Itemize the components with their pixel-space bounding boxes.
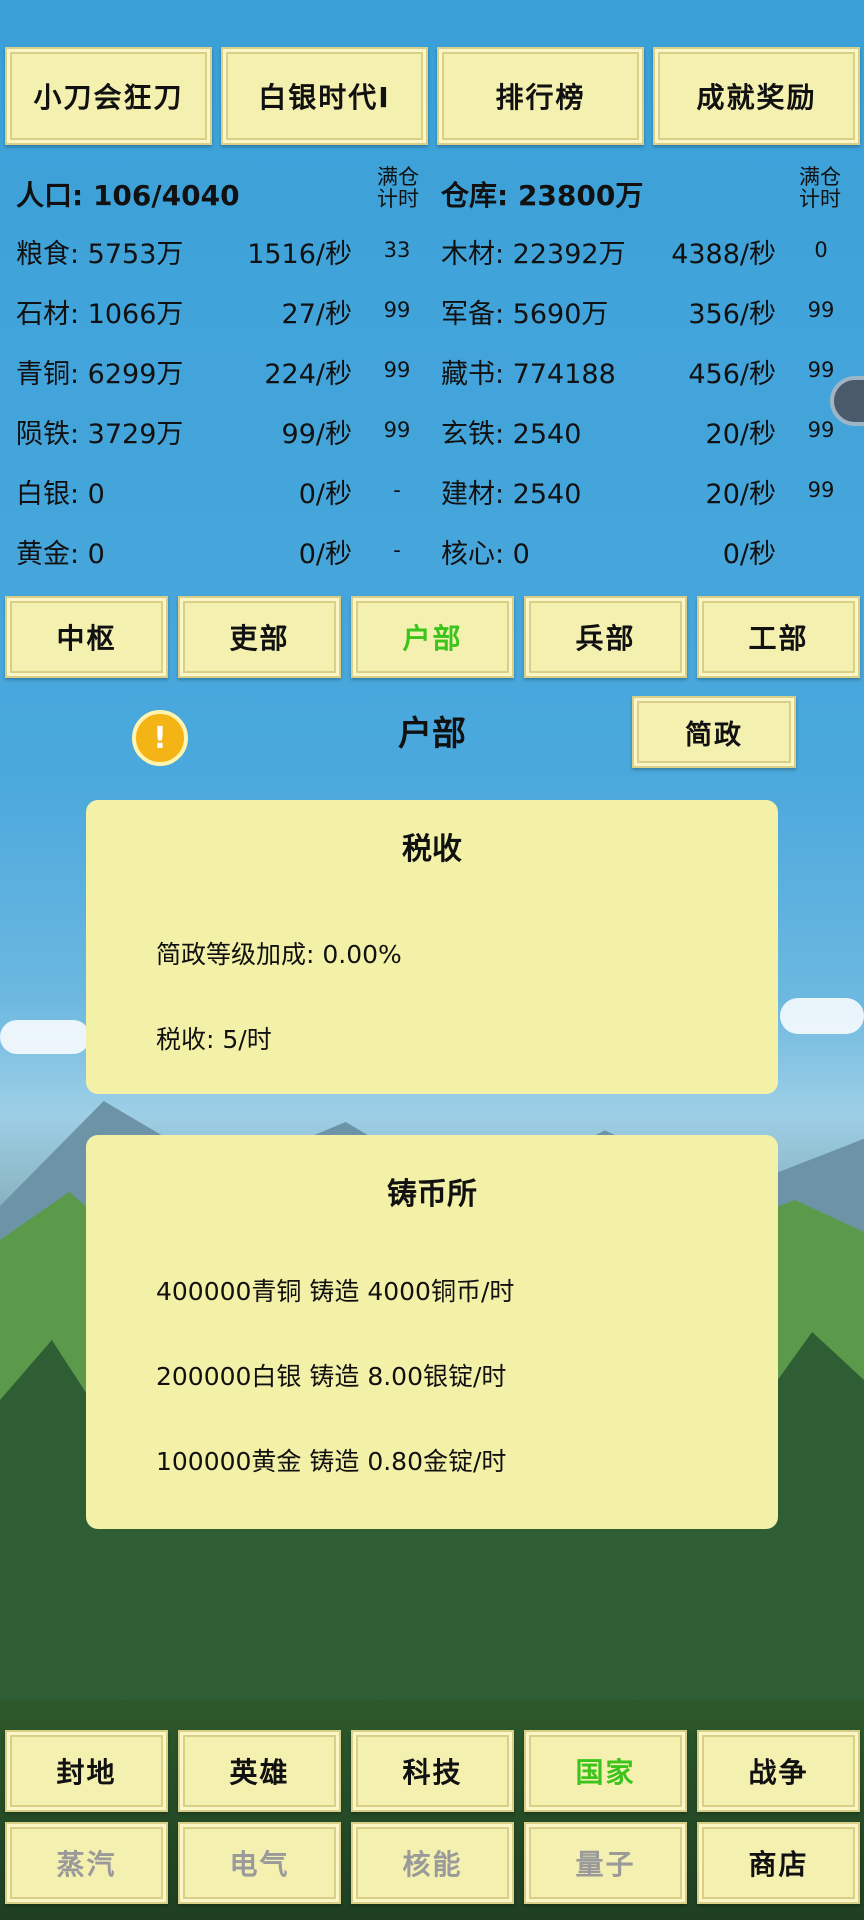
mint-gold-line: 100000黄金 铸造 0.80金锭/时 [156,1447,507,1476]
resource-label: 玄铁: 2540 [441,419,582,450]
top-nav-achievements[interactable]: 成就奖励 [653,47,860,145]
tax-panel: 税收 简政等级加成: 0.00% 税收: 5/时 [86,800,778,1094]
resource-rate: 0/秒 [298,479,352,510]
resource-rate: 4388/秒 [671,239,776,270]
resource-timer: 99 [383,358,411,382]
resource-rate: 27/秒 [281,299,352,330]
resource-timer: 99 [807,358,835,382]
resource-rate: 20/秒 [705,479,776,510]
resource-rate: 99/秒 [281,419,352,450]
nav-war[interactable]: 战争 [697,1730,860,1812]
nav-heroes[interactable]: 英雄 [178,1730,341,1812]
tax-income-line: 税收: 5/时 [156,1025,272,1054]
tab-war[interactable]: 兵部 [524,596,687,678]
resource-timer: 99 [807,418,835,442]
top-nav-leaderboard[interactable]: 排行榜 [437,47,644,145]
resource-label: 粮食: 5753万 [16,239,184,270]
resource-label: 石材: 1066万 [16,299,184,330]
resource-rate: 0/秒 [722,539,776,570]
nav-steam[interactable]: 蒸汽 [5,1822,168,1904]
resource-label: 白银: 0 [16,479,105,510]
cloud [0,1020,90,1054]
resource-timer: - [393,478,401,502]
mint-panel: 铸币所 400000青铜 铸造 4000铜币/时 200000白银 铸造 8.0… [86,1135,778,1529]
nav-tech[interactable]: 科技 [351,1730,514,1812]
mint-panel-title: 铸币所 [387,1177,477,1212]
mint-silver-line: 200000白银 铸造 8.00银锭/时 [156,1362,507,1391]
resource-timer: 99 [807,478,835,502]
resource-label: 核心: 0 [441,539,530,570]
resource-label: 建材: 2540 [441,479,582,510]
tab-personnel[interactable]: 吏部 [178,596,341,678]
resource-timer: 99 [383,418,411,442]
nav-nuclear[interactable]: 核能 [351,1822,514,1904]
tab-center[interactable]: 中枢 [5,596,168,678]
full-timer-header-right: 满仓 计时 [799,165,841,211]
top-nav-profile[interactable]: 小刀会狂刀 [5,47,212,145]
tax-panel-title: 税收 [402,832,462,867]
resource-timer: 0 [814,238,828,262]
resource-label: 陨铁: 3729万 [16,419,184,450]
tax-bonus-line: 简政等级加成: 0.00% [156,940,402,969]
resource-label: 木材: 22392万 [441,239,626,270]
nav-nation[interactable]: 国家 [524,1730,687,1812]
warehouse-stat: 仓库: 23800万 [441,179,644,212]
nav-shop[interactable]: 商店 [697,1822,860,1904]
resource-label: 青铜: 6299万 [16,359,184,390]
tab-revenue[interactable]: 户部 [351,596,514,678]
resource-rate: 20/秒 [705,419,776,450]
resource-label: 藏书: 774188 [441,359,616,390]
resource-timer: - [393,538,401,562]
mint-bronze-line: 400000青铜 铸造 4000铜币/时 [156,1277,515,1306]
nav-electric[interactable]: 电气 [178,1822,341,1904]
resource-timer: 99 [383,298,411,322]
resource-rate: 1516/秒 [247,239,352,270]
resource-timer: 33 [383,238,411,262]
nav-quantum[interactable]: 量子 [524,1822,687,1904]
top-nav-era[interactable]: 白银时代Ⅰ [221,47,428,145]
population-stat: 人口: 106/4040 [16,179,240,212]
resource-timer: 99 [807,298,835,322]
resource-label: 黄金: 0 [16,539,105,570]
resource-rate: 0/秒 [298,539,352,570]
tab-works[interactable]: 工部 [697,596,860,678]
cloud [780,998,864,1034]
resource-rate: 456/秒 [688,359,776,390]
streamline-button[interactable]: 简政 [632,696,796,768]
resource-rate: 356/秒 [688,299,776,330]
nav-fief[interactable]: 封地 [5,1730,168,1812]
resource-rate: 224/秒 [264,359,352,390]
full-timer-header-left: 满仓 计时 [377,165,419,211]
resource-label: 军备: 5690万 [441,299,609,330]
